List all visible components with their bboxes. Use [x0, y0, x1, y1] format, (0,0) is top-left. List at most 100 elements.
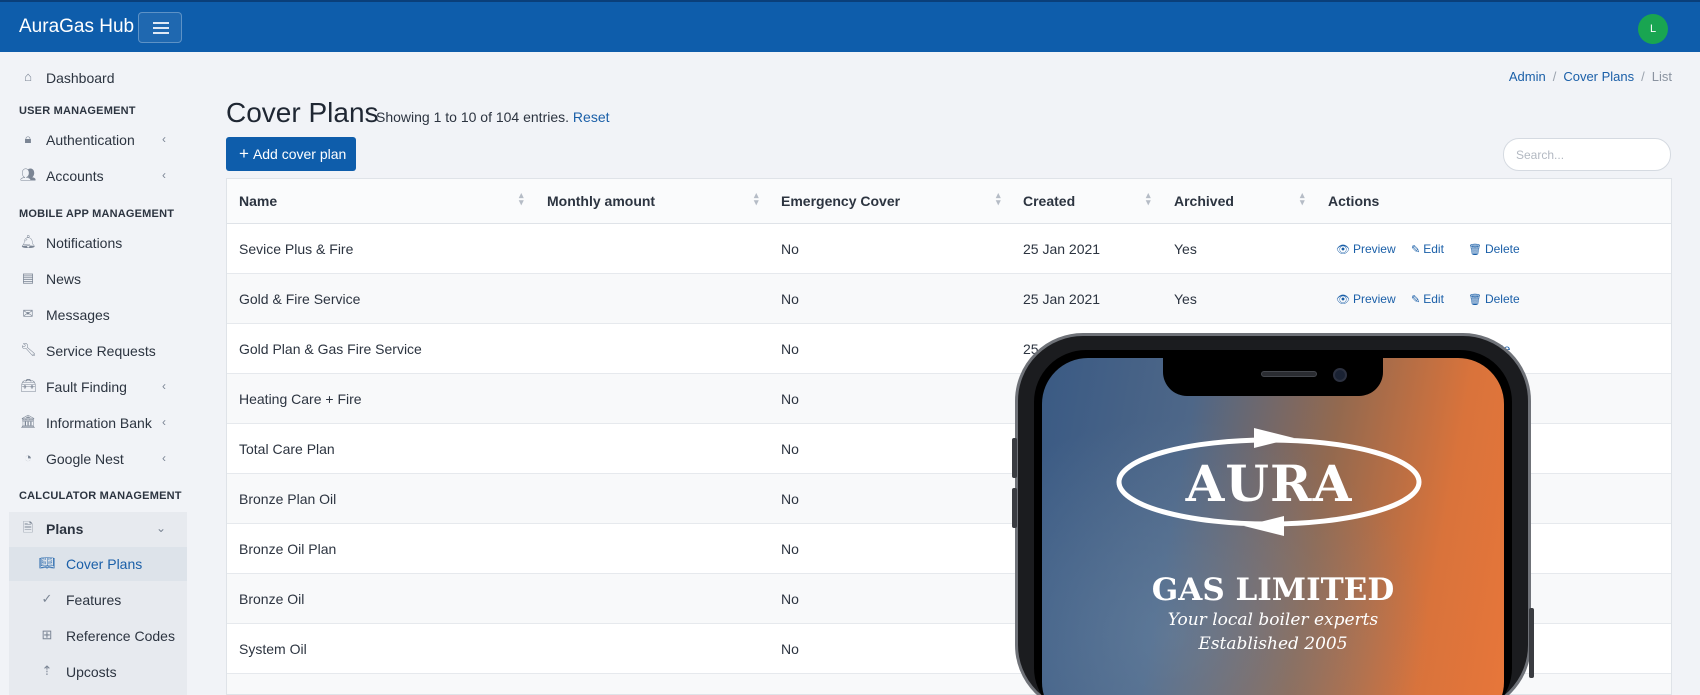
section-heading-mobile-app-management: MOBILE APP MANAGEMENT — [19, 208, 175, 220]
table-row: Gold & Fire Service No 25 Jan 2021 Yes 👁… — [227, 274, 1671, 324]
hamburger-icon — [153, 22, 169, 24]
sidebar-item-reference-codes[interactable]: ⊞ Reference Codes — [9, 619, 187, 653]
check-circle-icon: ✓ — [41, 591, 53, 606]
speaker-icon — [1261, 371, 1317, 377]
breadcrumb-admin-link[interactable]: Admin — [1509, 69, 1546, 84]
delete-link[interactable]: 🗑︎ Delete — [1468, 242, 1520, 256]
cell-emergency: No — [781, 591, 799, 607]
edit-label: Edit — [1423, 292, 1444, 306]
sidebar-item-label: Upcosts — [66, 664, 117, 680]
menu-toggle-button[interactable] — [138, 12, 182, 43]
sort-up-icon: ⇡ — [41, 663, 53, 678]
sort-icon[interactable]: ▴ ▾ — [754, 191, 759, 207]
company-name: GAS LIMITED — [1151, 572, 1395, 608]
sidebar-item-google-nest[interactable]: ◔ Google Nest ‹ — [0, 442, 186, 476]
column-header-actions: Actions — [1328, 193, 1380, 209]
cell-emergency: No — [781, 491, 799, 507]
user-avatar[interactable]: L — [1638, 14, 1668, 44]
delete-label: Delete — [1484, 292, 1520, 306]
column-header-name[interactable]: Name — [239, 193, 277, 209]
bank-icon: 🏛︎ — [20, 414, 37, 429]
phone-notch — [1163, 358, 1383, 396]
trash-icon: 🗑︎ — [1468, 244, 1482, 256]
sidebar-item-label: Accounts — [46, 168, 104, 184]
sidebar-item-upcosts[interactable]: ⇡ Upcosts — [9, 655, 187, 689]
sidebar-item-label: Notifications — [46, 235, 123, 251]
preview-link[interactable]: 👁︎ Preview — [1336, 242, 1396, 256]
column-header-monthly-amount[interactable]: Monthly amount — [547, 193, 655, 209]
sidebar-item-fault-finding[interactable]: 🧰︎ Fault Finding ‹ — [0, 370, 186, 404]
sidebar-item-authentication[interactable]: 🔒︎ Authentication ‹ — [0, 123, 186, 157]
chevron-left-icon: ‹ — [162, 451, 166, 465]
tagline: Your local boiler experts — [1167, 610, 1379, 630]
plus-icon: + — [239, 144, 249, 163]
cell-emergency: No — [781, 541, 799, 557]
sort-icon[interactable]: ▴ ▾ — [519, 191, 524, 207]
column-header-created[interactable]: Created — [1023, 193, 1075, 209]
sidebar-item-label: Information Bank — [46, 415, 152, 431]
brand-name[interactable]: AuraGas Hub — [19, 16, 134, 38]
sidebar-item-label: Fault Finding — [46, 379, 127, 395]
sidebar-item-service-requests[interactable]: 🔧︎ Service Requests — [0, 334, 186, 368]
cell-name: Sevice Plus & Fire — [239, 241, 354, 257]
sidebar-item-label: Reference Codes — [66, 628, 175, 644]
cell-name: Bronze Oil — [239, 591, 305, 607]
sidebar-item-label: Google Nest — [46, 451, 124, 467]
sort-icon[interactable]: ▴ ▾ — [996, 191, 1001, 207]
phone-power-button — [1529, 608, 1534, 678]
bell-icon: 🔔︎ — [20, 234, 37, 249]
book-icon: 📖︎ — [39, 555, 56, 570]
sidebar-item-label: Authentication — [46, 132, 135, 148]
toolbox-icon: 🧰︎ — [20, 378, 37, 393]
sidebar-item-notifications[interactable]: 🔔︎ Notifications — [0, 226, 186, 260]
edit-link[interactable]: ✎ Edit — [1411, 242, 1444, 256]
delete-link[interactable]: 🗑︎ Delete — [1468, 292, 1520, 306]
breadcrumb-cover-plans-link[interactable]: Cover Plans — [1563, 69, 1634, 84]
cell-name: System Oil — [239, 641, 307, 657]
chevron-left-icon: ‹ — [162, 379, 166, 393]
camera-icon — [1333, 368, 1347, 382]
code-icon: ⊞ — [41, 627, 53, 642]
cell-created: 25 Jan 2021 — [1023, 241, 1101, 257]
edit-link[interactable]: ✎ Edit — [1411, 292, 1444, 306]
sidebar-item-features[interactable]: ✓ Features — [9, 583, 187, 617]
sidebar-item-dashboard[interactable]: ⌂ Dashboard — [0, 61, 186, 95]
preview-label: Preview — [1352, 242, 1396, 256]
sort-icon[interactable]: ▴ ▾ — [1300, 191, 1305, 207]
users-icon: 👥︎ — [20, 167, 37, 182]
section-heading-user-management: USER MANAGEMENT — [19, 105, 136, 117]
sidebar: ⌂ Dashboard USER MANAGEMENT 🔒︎ Authentic… — [0, 52, 190, 695]
aura-logo-text: AURA — [1185, 454, 1353, 513]
add-cover-plan-button[interactable]: + Add cover plan — [226, 137, 356, 171]
entries-summary: Showing 1 to 10 of 104 entries. Reset — [376, 109, 610, 125]
hamburger-icon-bar — [153, 27, 169, 29]
top-navbar: AuraGas Hub L — [0, 0, 1700, 52]
eye-icon: 👁︎ — [1336, 294, 1350, 306]
phone-volume-button — [1012, 438, 1017, 478]
column-header-archived[interactable]: Archived — [1174, 193, 1234, 209]
cell-name: Bronze Oil Plan — [239, 541, 337, 557]
edit-icon: ✎ — [1411, 244, 1421, 256]
sidebar-item-plans[interactable]: 🗎︎ Plans ⌄ — [0, 512, 186, 546]
envelope-icon: ✉ — [22, 306, 34, 321]
sidebar-item-label: Cover Plans — [66, 556, 143, 572]
sidebar-item-accounts[interactable]: 👥︎ Accounts ‹ — [0, 159, 186, 193]
wrench-icon: 🔧︎ — [20, 342, 37, 357]
cell-name: Bronze Plan Oil — [239, 491, 337, 507]
cell-emergency: No — [781, 441, 799, 457]
cell-name: Heating Care + Fire — [239, 391, 362, 407]
cell-emergency: No — [781, 341, 799, 357]
breadcrumb-separator: / — [1552, 69, 1557, 84]
search-input[interactable] — [1503, 138, 1671, 171]
chevron-left-icon: ‹ — [162, 132, 166, 146]
reset-link[interactable]: Reset — [573, 109, 610, 125]
breadcrumb-current: List — [1651, 69, 1672, 84]
sidebar-item-information-bank[interactable]: 🏛︎ Information Bank ‹ — [0, 406, 186, 440]
sidebar-item-messages[interactable]: ✉ Messages — [0, 298, 186, 332]
preview-link[interactable]: 👁︎ Preview — [1336, 292, 1396, 306]
sort-icon[interactable]: ▴ ▾ — [1146, 191, 1151, 207]
sidebar-item-news[interactable]: ▤ News — [0, 262, 186, 296]
column-header-emergency-cover[interactable]: Emergency Cover — [781, 193, 900, 209]
eye-icon: 👁︎ — [1336, 244, 1350, 256]
sidebar-item-cover-plans[interactable]: 📖︎ Cover Plans — [9, 547, 187, 581]
